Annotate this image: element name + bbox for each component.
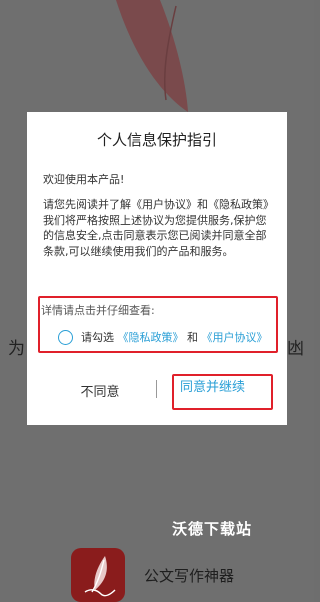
disagree-button[interactable]: 不同意: [70, 381, 130, 400]
privacy-dialog: 个人信息保护指引 欢迎使用本产品! 请您先阅读并了解《用户协议》和《隐私政策》我…: [27, 112, 287, 425]
agreement-description: 请您先阅读并了解《用户协议》和《隐私政策》我们将严格按照上述协议为您提供服务,保…: [43, 198, 274, 258]
privacy-policy-link[interactable]: 《隐私政策》: [118, 331, 184, 344]
agree-continue-button[interactable]: 同意并继续: [174, 376, 271, 408]
detail-hint-text: 详情请点击并仔细查看:: [41, 304, 155, 317]
feather-pen-icon: [71, 548, 125, 602]
background-text-fragment-left: 为: [8, 339, 25, 359]
consent-prefix: 请勾选: [81, 331, 114, 344]
welcome-text: 欢迎使用本产品!: [43, 173, 125, 186]
dialog-title: 个人信息保护指引: [96, 131, 217, 149]
button-divider: [156, 380, 157, 398]
consent-radio-button[interactable]: [58, 329, 73, 345]
background-text-fragment-right: 凼: [287, 339, 304, 359]
watermark-text: 沃德下载站: [172, 520, 253, 538]
user-agreement-link[interactable]: 《用户协议》: [202, 331, 268, 344]
app-name: 公文写作神器: [144, 567, 235, 585]
consent-text: 请勾选 《隐私政策》 和 《用户协议》: [81, 329, 268, 345]
consent-and: 和: [187, 331, 198, 344]
consent-row[interactable]: 请勾选 《隐私政策》 和 《用户协议》: [58, 328, 268, 346]
